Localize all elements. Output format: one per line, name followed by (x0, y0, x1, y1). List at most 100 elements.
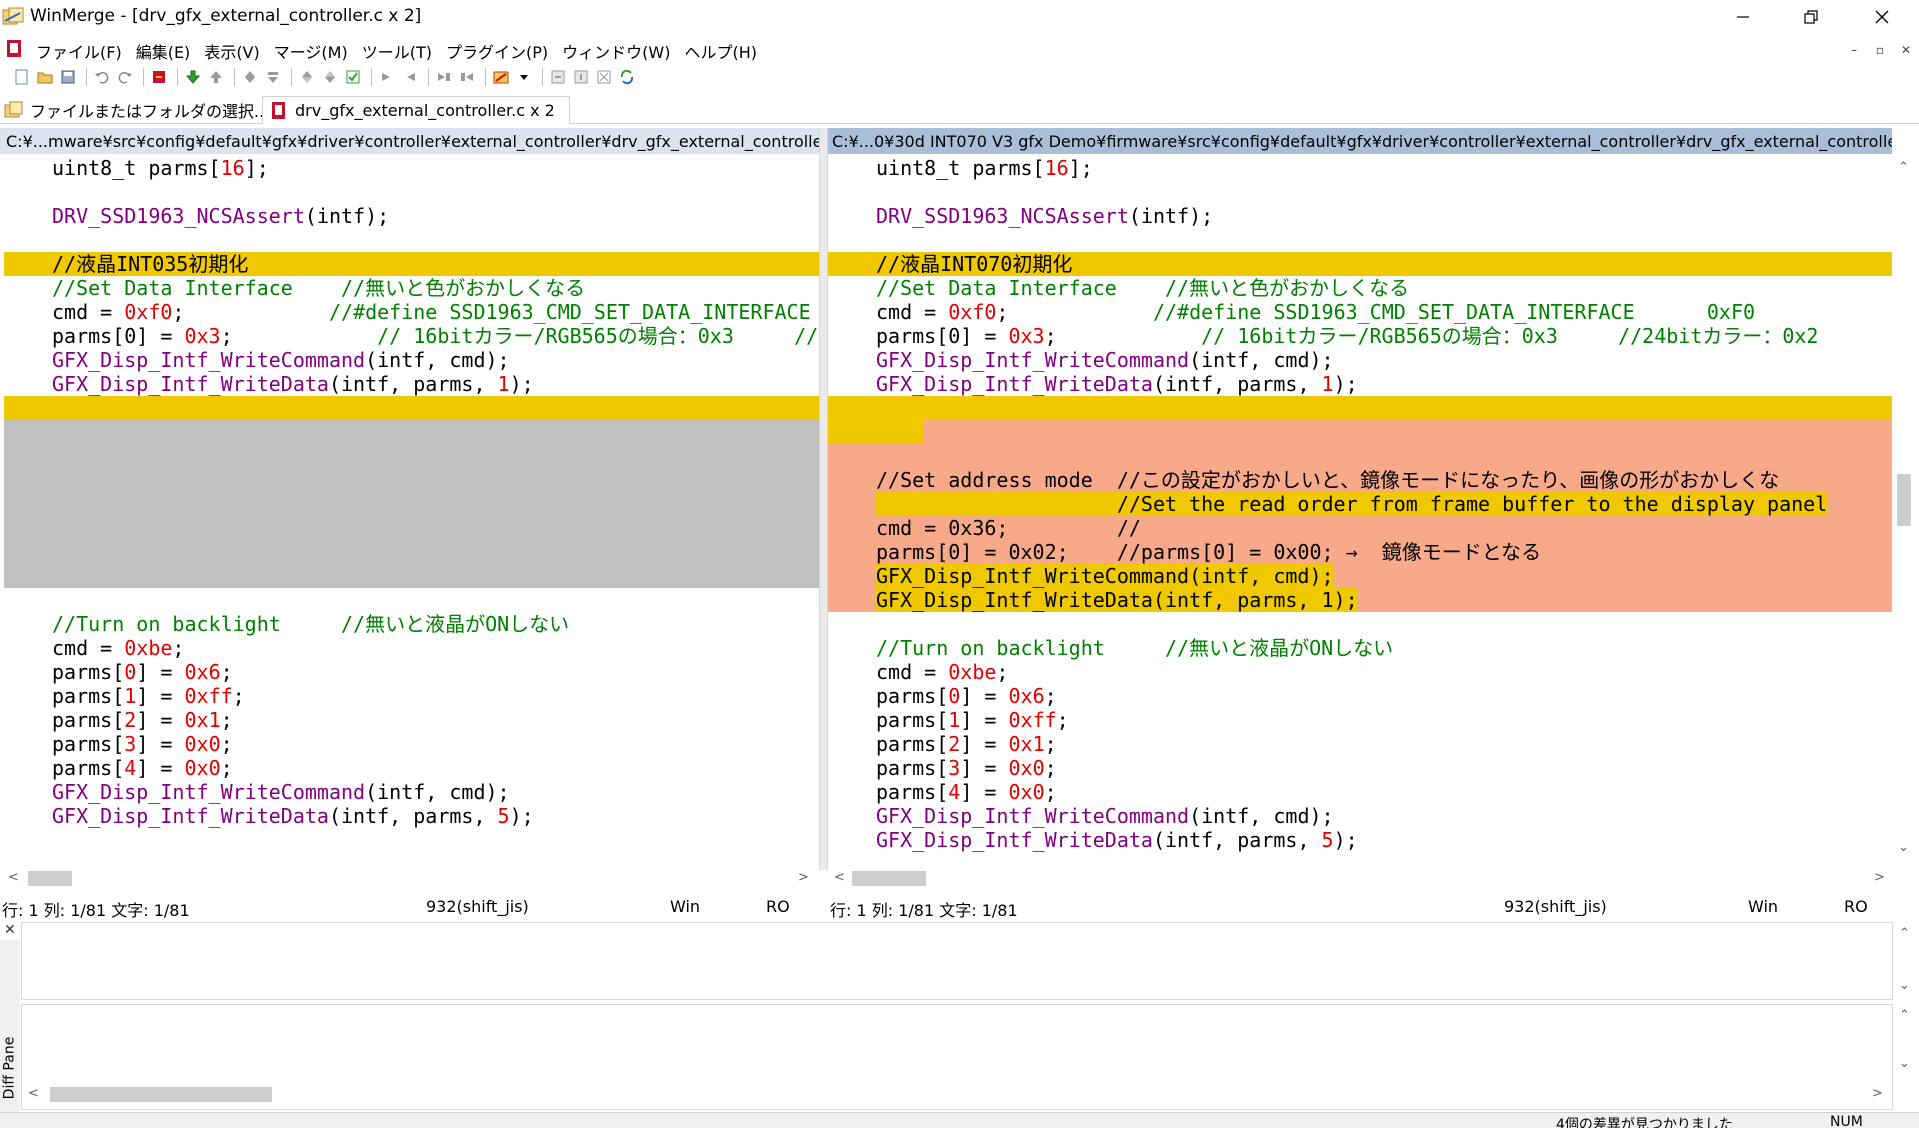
code-line: GFX_Disp_Intf_WriteCommand(intf, cmd); (876, 804, 1334, 828)
right-code-pane[interactable]: uint8_t parms[16]; DRV_SSD1963_NCSAssert… (828, 156, 1892, 860)
left-horizontal-scrollbar[interactable]: < > (0, 868, 819, 888)
pane-splitter[interactable] (819, 128, 828, 870)
right-horizontal-scrollbar[interactable]: < > (828, 868, 1892, 888)
diff-pane-close-icon[interactable]: ✕ (4, 922, 16, 938)
tab-label: drv_gfx_external_controller.c x 2 (295, 101, 555, 120)
options-dropdown-icon[interactable] (514, 67, 534, 87)
first-diff-icon[interactable] (149, 67, 169, 87)
menu-bar: ファイル(F) 編集(E) 表示(V) マージ(M) ツール(T) プラグイン(… (0, 36, 1919, 62)
diff-pane-horizontal-scrollbar[interactable]: < > (22, 1084, 1892, 1104)
next-diff-icon[interactable] (183, 67, 203, 87)
menu-merge[interactable]: マージ(M) (274, 39, 348, 63)
mdi-minimize-icon[interactable]: – (1841, 38, 1867, 62)
prev-diff-icon[interactable] (206, 67, 226, 87)
code-line: parms[3] = 0x0; (52, 732, 233, 756)
diff-line: parms[0] = 0x02; //parms[0] = 0x00; → 鏡像… (828, 540, 1892, 564)
next-conflict-icon[interactable] (320, 67, 340, 87)
copy-right-advance-icon[interactable] (434, 67, 454, 87)
diff-pane-top-scrollbar[interactable]: ⌃ ⌄ (1894, 922, 1916, 1000)
window-title: WinMerge - [drv_gfx_external_controller.… (30, 6, 422, 26)
diff-line: //液晶INT070初期化 (828, 252, 1892, 276)
copy-right-icon[interactable] (377, 67, 397, 87)
diff-line (828, 444, 1892, 468)
cursor-position: 行: 1 列: 1/81 文字: 1/81 (830, 901, 1018, 920)
menu-file[interactable]: ファイル(F) (36, 39, 122, 63)
code-line: parms[4] = 0x0; (52, 756, 233, 780)
left-path-header[interactable]: C:¥...mware¥src¥config¥default¥gfx¥drive… (0, 128, 820, 154)
menu-plugins[interactable]: プラグイン(P) (446, 39, 548, 63)
close-button[interactable] (1854, 0, 1910, 34)
scrollbar-thumb[interactable] (28, 871, 72, 886)
right-path-header[interactable]: C:¥...0¥30d INT070 V3 gfx Demo¥firmware¥… (826, 128, 1892, 154)
scroll-left-icon[interactable]: < (8, 870, 19, 885)
missing-line (4, 444, 819, 468)
diff-line (828, 396, 1892, 420)
left-path: C:¥...mware¥src¥config¥default¥gfx¥drive… (6, 131, 820, 151)
all-diff-icon[interactable] (343, 67, 363, 87)
code-line: parms[0] = 0x6; (52, 660, 233, 684)
copy-left-advance-icon[interactable] (457, 67, 477, 87)
scroll-down-icon[interactable]: ⌄ (1899, 1056, 1910, 1071)
code-line: GFX_Disp_Intf_WriteData(intf, parms, 1); (52, 372, 534, 396)
last-diff-icon[interactable] (263, 67, 283, 87)
scroll-down-icon[interactable]: ⌄ (1898, 840, 1909, 855)
copy-left-icon[interactable] (400, 67, 420, 87)
prev-conflict-icon[interactable] (297, 67, 317, 87)
menu-tools[interactable]: ツール(T) (362, 39, 432, 63)
code-line: parms[1] = 0xff; (52, 684, 245, 708)
encoding: 932(shift_jis) (1504, 897, 1607, 916)
mdi-close-icon[interactable]: ✕ (1893, 38, 1919, 62)
file-compare-icon (272, 101, 285, 119)
scroll-up-icon[interactable]: ⌃ (1898, 160, 1909, 175)
left-code-pane[interactable]: uint8_t parms[16]; DRV_SSD1963_NCSAssert… (4, 156, 819, 860)
tab-file-compare[interactable]: drv_gfx_external_controller.c x 2 (262, 96, 570, 124)
vertical-scrollbar[interactable]: ⌃ ⌄ (1892, 156, 1916, 860)
scroll-up-icon[interactable]: ⌃ (1899, 1008, 1910, 1023)
current-diff-icon[interactable] (240, 67, 260, 87)
restore-icon (1804, 10, 1818, 24)
document-icon[interactable] (6, 39, 24, 59)
tab-label: ファイルまたはフォルダの選択... (30, 102, 270, 121)
diff-pane-top[interactable] (21, 922, 1893, 1000)
winmerge-window: WinMerge - [drv_gfx_external_controller.… (0, 0, 1919, 1128)
left-status-bar: 行: 1 列: 1/81 文字: 1/81 932(shift_jis) Win… (0, 894, 819, 920)
menu-help[interactable]: ヘルプ(H) (684, 39, 757, 63)
code-line: cmd = 0xf0; //#define SSD1963_CMD_SET_DA… (876, 300, 1756, 324)
new-icon[interactable] (12, 67, 32, 87)
scroll-left-icon[interactable]: < (834, 870, 845, 885)
scroll-left-icon[interactable]: < (28, 1086, 39, 1101)
diff-line: //Set the read order from frame buffer t… (828, 492, 1892, 516)
scroll-right-icon[interactable]: > (1874, 870, 1885, 885)
scrollbar-thumb[interactable] (50, 1087, 272, 1102)
scroll-right-icon[interactable]: > (798, 870, 809, 885)
redo-icon[interactable] (115, 67, 135, 87)
refresh-icon[interactable] (617, 67, 637, 87)
undo-icon[interactable] (92, 67, 112, 87)
code-line: DRV_SSD1963_NCSAssert(intf); (876, 204, 1214, 228)
scroll-down-icon[interactable]: ⌄ (1899, 978, 1910, 993)
read-only-flag: RO (766, 897, 790, 916)
scroll-right-icon[interactable]: > (1872, 1086, 1883, 1101)
code-line: parms[0] = 0x3; // 16bitカラー/RGB565の場合：0x… (52, 324, 819, 348)
save-icon[interactable] (58, 67, 78, 87)
code-line: parms[4] = 0x0; (876, 780, 1057, 804)
scrollbar-thumb[interactable] (1897, 474, 1911, 526)
code-line: //Set Data Interface //無いと色がおかしくなる (876, 276, 1410, 300)
minimize-button[interactable] (1715, 0, 1771, 34)
menu-window[interactable]: ウィンドウ(W) (562, 39, 670, 63)
compare-right-icon[interactable] (571, 67, 591, 87)
maximize-button[interactable] (1783, 0, 1839, 34)
tab-open-select[interactable]: ファイルまたはフォルダの選択... (4, 96, 269, 124)
options-icon[interactable] (491, 67, 511, 87)
scroll-up-icon[interactable]: ⌃ (1899, 926, 1910, 941)
menu-view[interactable]: 表示(V) (204, 39, 259, 63)
compare-left-icon[interactable] (548, 67, 568, 87)
menu-edit[interactable]: 編集(E) (136, 39, 191, 63)
diff-pane-bottom-scrollbar[interactable]: ⌃ ⌄ (1894, 1004, 1916, 1110)
open-icon[interactable] (35, 67, 55, 87)
collapse-icon[interactable] (594, 67, 614, 87)
scrollbar-thumb[interactable] (852, 871, 926, 886)
mdi-restore-icon[interactable]: ▫ (1867, 38, 1893, 62)
